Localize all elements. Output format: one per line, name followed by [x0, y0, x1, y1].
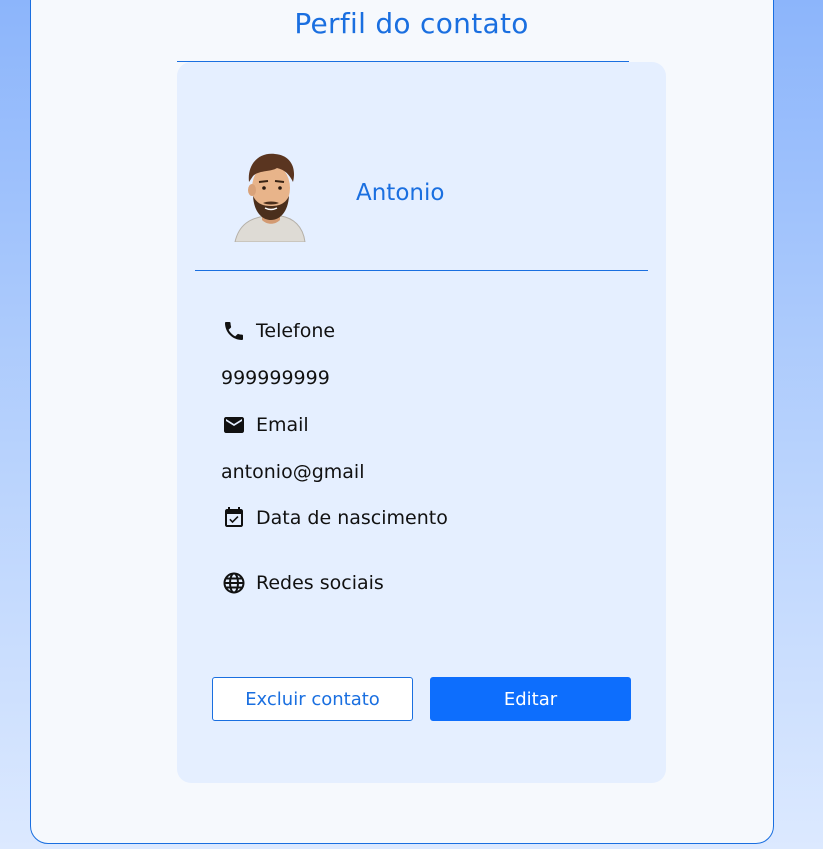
- email-row: Email: [221, 412, 309, 437]
- email-value: antonio@gmail: [221, 461, 365, 483]
- birth-label: Data de nascimento: [256, 506, 448, 529]
- delete-contact-button[interactable]: Excluir contato: [212, 677, 413, 721]
- phone-label: Telefone: [256, 319, 336, 342]
- contact-name: Antonio: [356, 180, 445, 206]
- mail-icon: [221, 412, 246, 437]
- page-title: Perfil do contato: [294, 7, 529, 40]
- email-label: Email: [256, 413, 309, 436]
- globe-icon: [221, 570, 246, 595]
- phone-value: 999999999: [221, 367, 330, 389]
- birth-row: Data de nascimento: [221, 505, 448, 530]
- calendar-check-icon: [221, 505, 246, 530]
- phone-row: Telefone: [221, 318, 335, 343]
- social-label: Redes sociais: [256, 571, 384, 594]
- phone-icon: [221, 318, 246, 343]
- social-row: Redes sociais: [221, 570, 384, 595]
- avatar: [229, 146, 313, 243]
- card-divider: [195, 270, 648, 271]
- edit-button[interactable]: Editar: [430, 677, 631, 721]
